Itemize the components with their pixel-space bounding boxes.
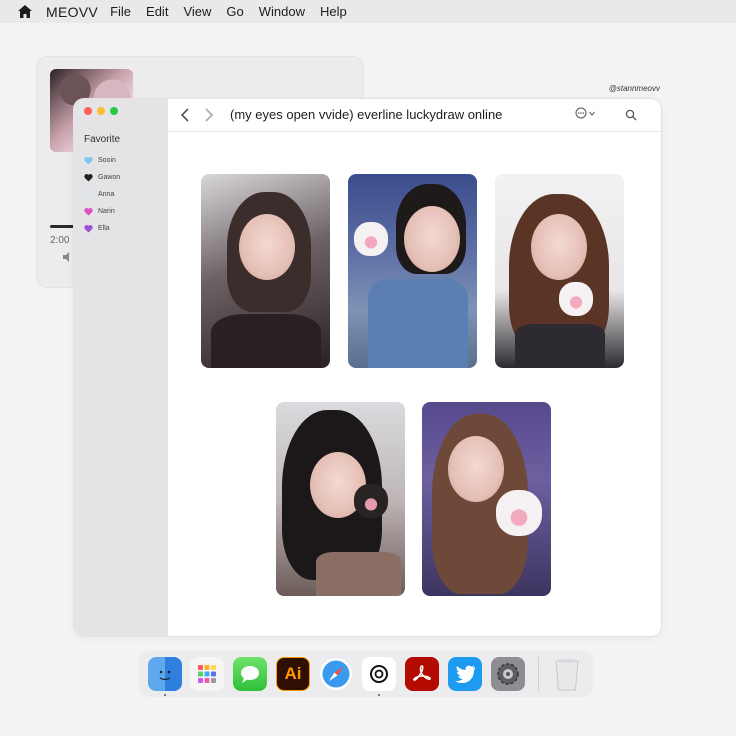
sidebar-item-label: Narin: [98, 208, 115, 215]
trash-icon[interactable]: [550, 657, 584, 691]
twitter-app-icon[interactable]: [448, 657, 482, 691]
photocard-4[interactable]: [276, 402, 405, 596]
heart-icon: [84, 157, 93, 165]
messages-app-icon[interactable]: [233, 657, 267, 691]
menu-file[interactable]: File: [110, 4, 131, 19]
sidebar-item-label: Ella: [98, 225, 110, 232]
photocard-5[interactable]: [422, 402, 551, 596]
sidebar-item-gawon[interactable]: Gawon: [84, 169, 120, 186]
paw-glove-shape: [559, 282, 593, 316]
menu-go[interactable]: Go: [226, 4, 243, 19]
menu-window[interactable]: Window: [259, 4, 305, 19]
heart-icon: [84, 208, 93, 216]
clothing-shape: [316, 552, 401, 596]
back-chevron-icon[interactable]: [180, 108, 190, 122]
heart-icon: [84, 191, 93, 199]
minimize-button[interactable]: [97, 107, 105, 115]
favorites-list: Sooin Gawon Anna Narin Ella: [84, 152, 120, 237]
photocard-2[interactable]: [348, 174, 477, 368]
threads-app-icon[interactable]: [362, 657, 396, 691]
window-controls: [84, 107, 118, 115]
clothing-shape: [211, 314, 321, 368]
paw-glove-shape: [496, 490, 542, 536]
photocard-1[interactable]: [201, 174, 330, 368]
heart-icon: [84, 174, 93, 182]
watermark-handle: @stannmeovv: [608, 84, 660, 93]
illustrator-label: Ai: [284, 664, 302, 683]
finder-app-icon[interactable]: [148, 657, 182, 691]
sidebar-item-anna[interactable]: Anna: [84, 186, 120, 203]
face-shape: [531, 214, 587, 280]
face-shape: [448, 436, 504, 502]
more-options-button[interactable]: [575, 107, 595, 119]
window-toolbar: (my eyes open vvide) everline luckydraw …: [168, 99, 661, 132]
zoom-button[interactable]: [110, 107, 118, 115]
forward-chevron-icon[interactable]: [204, 108, 214, 122]
sidebar-item-label: Gawon: [98, 174, 121, 181]
volume-icon[interactable]: [62, 250, 74, 262]
sidebar-item-narin[interactable]: Narin: [84, 203, 120, 220]
favorites-heading: Favorite: [84, 134, 121, 145]
photocard-3[interactable]: [495, 174, 624, 368]
chevron-down-icon: [589, 111, 595, 116]
safari-app-icon[interactable]: [319, 657, 353, 691]
launchpad-app-icon[interactable]: [190, 657, 224, 691]
sidebar-item-label: Sooin: [98, 157, 116, 164]
face-shape: [239, 214, 295, 280]
playback-time: 2:00: [50, 235, 70, 246]
face-shape: [404, 206, 460, 272]
running-indicator: [164, 694, 166, 696]
menu-help[interactable]: Help: [320, 4, 347, 19]
ellipsis-circle-icon: [575, 107, 587, 119]
paw-glove-shape: [354, 222, 388, 256]
search-icon[interactable]: [625, 108, 637, 121]
app-menu-name[interactable]: MEOVV: [46, 4, 98, 20]
window-title: (my eyes open vvide) everline luckydraw …: [230, 107, 503, 122]
sidebar-item-label: Anna: [98, 191, 115, 198]
clothing-shape: [368, 279, 468, 368]
menu-view[interactable]: View: [183, 4, 211, 19]
sidebar-item-ella[interactable]: Ella: [84, 220, 120, 237]
sidebar-item-sooin[interactable]: Sooin: [84, 152, 120, 169]
menu-bar: MEOVV File Edit View Go Window Help: [0, 0, 736, 23]
sidebar: Favorite Sooin Gawon Anna Narin Ella: [74, 99, 168, 636]
heart-icon: [84, 225, 93, 233]
menu-edit[interactable]: Edit: [146, 4, 168, 19]
dock: Ai: [139, 651, 593, 697]
dock-separator: [538, 657, 539, 691]
illustrator-app-icon[interactable]: Ai: [276, 657, 310, 691]
home-icon[interactable]: [18, 4, 34, 20]
paw-glove-shape: [354, 484, 388, 518]
clothing-shape: [515, 324, 605, 368]
system-settings-app-icon[interactable]: [491, 657, 525, 691]
acrobat-app-icon[interactable]: [405, 657, 439, 691]
close-button[interactable]: [84, 107, 92, 115]
running-indicator: [378, 694, 380, 696]
